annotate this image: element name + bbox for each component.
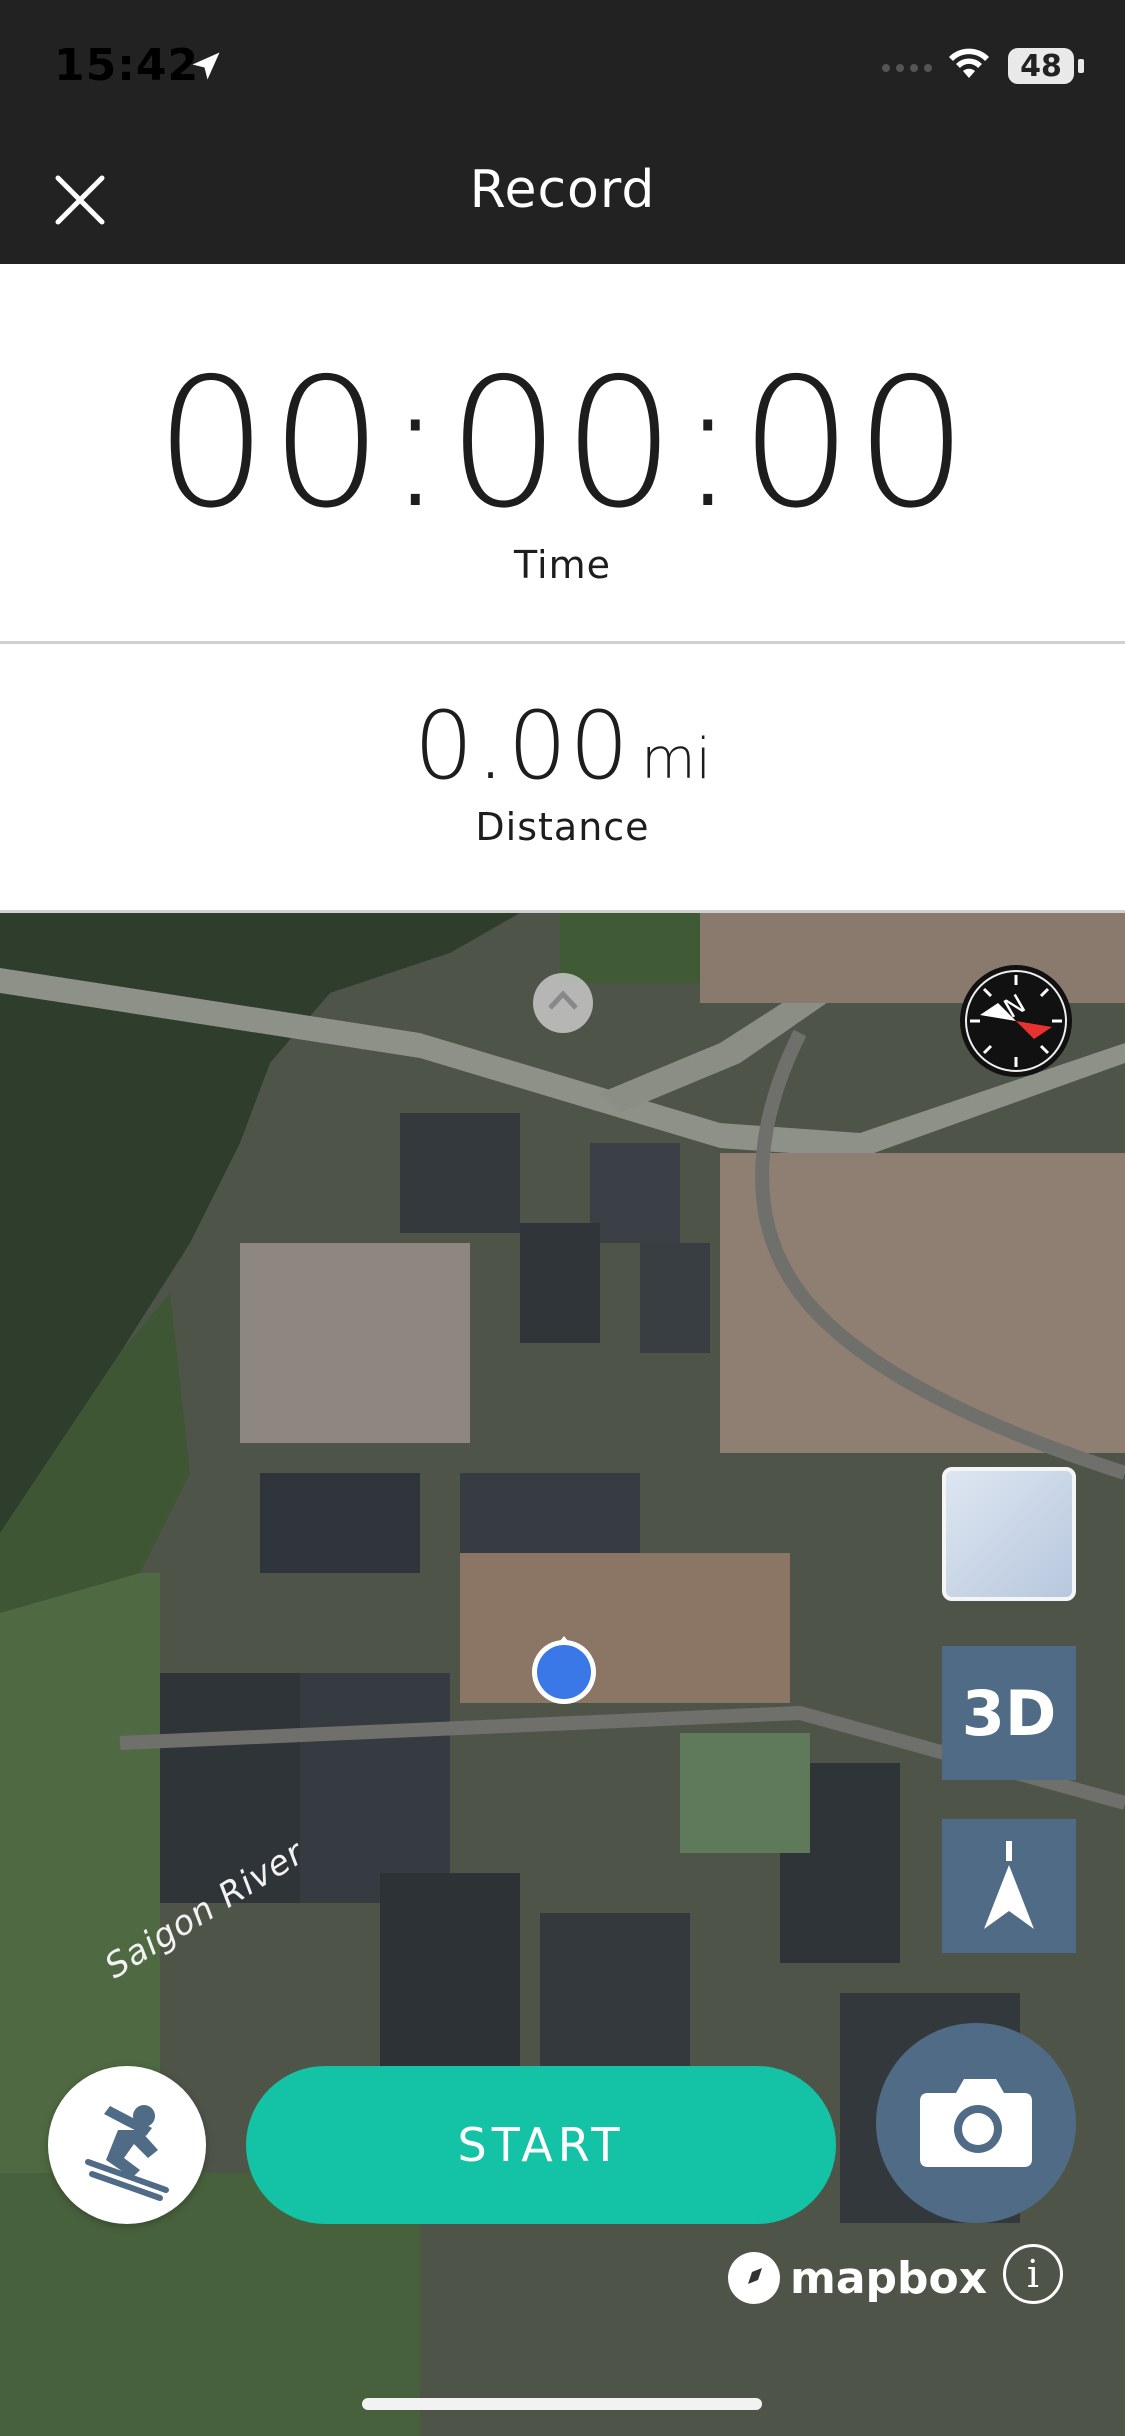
distance-readout: 0.00 mi	[0, 700, 1125, 794]
distance-unit: mi	[641, 727, 712, 792]
toggle-3d-button[interactable]: 3D	[942, 1646, 1076, 1780]
map-marker-icon	[533, 973, 593, 1033]
start-button-label: START	[457, 2118, 625, 2172]
activity-type-button[interactable]	[48, 2066, 206, 2224]
distance-label: Distance	[475, 805, 650, 849]
battery-icon: 48	[1008, 48, 1074, 84]
distance-value: 0.00	[413, 692, 632, 801]
time-label: Time	[514, 543, 611, 587]
wifi-icon	[949, 48, 989, 78]
navigation-arrow-icon	[984, 1841, 1034, 1929]
skiing-icon	[85, 2105, 169, 2201]
mapbox-brand: mapbox	[790, 2252, 988, 2304]
page-title: Record	[469, 160, 656, 220]
home-indicator[interactable]	[362, 2398, 762, 2410]
attribution-info-button[interactable]: i	[1003, 2244, 1063, 2304]
signal-icon	[882, 64, 932, 72]
mapbox-logo[interactable]: mapbox	[728, 2248, 987, 2308]
battery-tip	[1078, 59, 1084, 73]
current-location-icon	[532, 1636, 596, 1704]
info-label: i	[1026, 2252, 1040, 2296]
location-arrow-icon	[192, 52, 220, 80]
toggle-3d-label: 3D	[961, 1676, 1057, 1750]
start-button[interactable]: START	[246, 2066, 836, 2224]
time-value: 00:00:00	[154, 340, 971, 547]
terrain-style-button[interactable]	[942, 1467, 1076, 1601]
navigation-mode-button[interactable]	[942, 1819, 1076, 1953]
camera-icon	[920, 2079, 1032, 2167]
mapbox-mark-icon	[728, 2252, 780, 2304]
camera-button[interactable]	[876, 2023, 1076, 2223]
status-time: 15:42	[54, 40, 200, 91]
